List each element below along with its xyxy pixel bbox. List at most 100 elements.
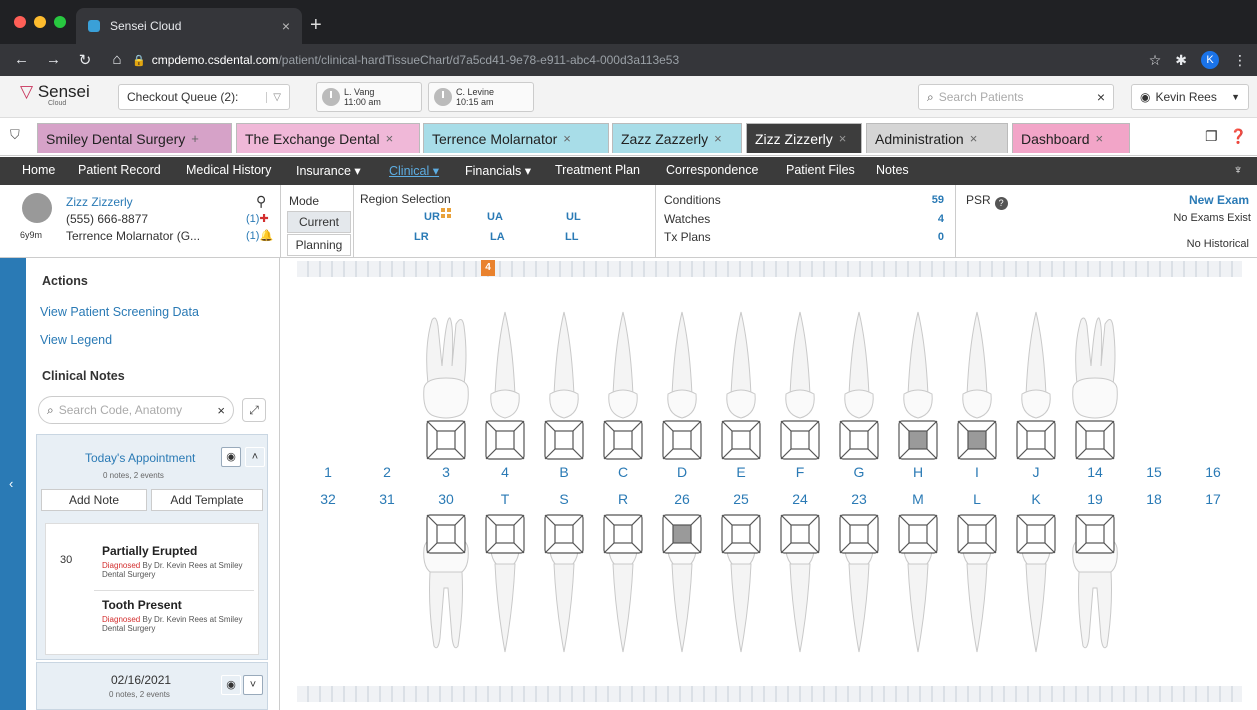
eye-icon[interactable]: ◉: [221, 447, 241, 467]
reload-icon[interactable]: ↻: [78, 51, 92, 69]
todays-appointment-title[interactable]: Today's Appointment: [85, 451, 195, 465]
tooth-number[interactable]: 25: [721, 491, 761, 507]
user-menu[interactable]: ◉ Kevin Rees ▼: [1131, 84, 1249, 110]
bookmark-star-icon[interactable]: ☆: [1149, 52, 1162, 69]
mode-current-button[interactable]: Current: [287, 211, 351, 233]
tooth-number[interactable]: 26: [662, 491, 702, 507]
tooth-number[interactable]: 31: [367, 491, 407, 507]
tooth-surface-diagram[interactable]: [662, 420, 702, 460]
tooth-surface-diagram[interactable]: [721, 420, 761, 460]
tooth-number[interactable]: 24: [780, 491, 820, 507]
tooth-number[interactable]: 3: [426, 464, 466, 480]
checkout-queue-select[interactable]: Checkout Queue (2): ▽: [118, 84, 290, 110]
tooth-number[interactable]: 1: [308, 464, 348, 480]
pin-icon[interactable]: ⚲: [256, 193, 266, 210]
region-ua-button[interactable]: UA: [487, 211, 503, 223]
tooth-number[interactable]: H: [898, 464, 938, 480]
view-legend-link[interactable]: View Legend: [40, 333, 112, 347]
tooth-surface-diagram[interactable]: [544, 420, 584, 460]
tooth-surface-diagram[interactable]: [1016, 514, 1056, 554]
watches-count[interactable]: 4: [900, 213, 944, 225]
close-tab-icon[interactable]: ×: [1096, 131, 1104, 146]
patient-tab[interactable]: The Exchange Dental ×: [236, 123, 420, 153]
tooth-number[interactable]: G: [839, 464, 879, 480]
tooth-surface-diagram[interactable]: [426, 420, 466, 460]
tooth-number[interactable]: R: [603, 491, 643, 507]
conditions-count[interactable]: 59: [900, 194, 944, 206]
appointment-chip-2[interactable]: C. Levine 10:15 am: [428, 82, 534, 112]
tooth-image[interactable]: [831, 306, 887, 436]
medical-alert-badge[interactable]: (1)✚: [246, 212, 269, 225]
chevron-left-icon[interactable]: ‹: [9, 476, 13, 491]
patient-tab[interactable]: Zazz Zazzerly ×: [612, 123, 742, 153]
appointment-chip-1[interactable]: L. Vang 11:00 am: [316, 82, 422, 112]
window-controls[interactable]: [14, 16, 66, 28]
menu-item[interactable]: Treatment Plan: [555, 163, 640, 177]
shield-icon[interactable]: ⛉: [10, 127, 20, 143]
menu-item[interactable]: Notes: [876, 163, 909, 177]
menu-item[interactable]: Clinical ▾: [389, 163, 439, 178]
region-grid-icon[interactable]: [441, 208, 452, 219]
url-field[interactable]: 🔒 cmpdemo.csdental.com/patient/clinical-…: [132, 48, 1132, 72]
menu-item[interactable]: Medical History: [186, 163, 271, 177]
tooth-image[interactable]: [772, 306, 828, 436]
chevron-up-icon[interactable]: ˄: [245, 447, 265, 467]
tooth-number[interactable]: 30: [426, 491, 466, 507]
tooth-image[interactable]: [1067, 306, 1123, 436]
new-tab-button[interactable]: +: [310, 14, 322, 37]
menu-item[interactable]: Correspondence: [666, 163, 758, 177]
region-ul-button[interactable]: UL: [566, 211, 581, 223]
zoom-window-button[interactable]: [54, 16, 66, 28]
tooth-number[interactable]: K: [1016, 491, 1056, 507]
close-tab-icon[interactable]: ×: [970, 131, 978, 146]
tooth-surface-diagram[interactable]: [898, 514, 938, 554]
new-exam-link[interactable]: New Exam: [1189, 193, 1249, 207]
tooth-surface-diagram[interactable]: [662, 514, 702, 554]
tooth-image[interactable]: [418, 306, 474, 436]
minimize-window-button[interactable]: [34, 16, 46, 28]
browser-tab[interactable]: Sensei Cloud ×: [76, 8, 302, 44]
help-icon[interactable]: ❓: [1230, 128, 1247, 145]
close-tab-icon[interactable]: +: [191, 131, 199, 146]
clear-search-icon[interactable]: ×: [217, 403, 225, 418]
note-card[interactable]: 30 Partially Erupted Diagnosed By Dr. Ke…: [45, 523, 259, 655]
tooth-surface-diagram[interactable]: [780, 514, 820, 554]
close-tab-icon[interactable]: ×: [386, 131, 394, 146]
region-ll-button[interactable]: LL: [565, 231, 578, 243]
tooth-number[interactable]: E: [721, 464, 761, 480]
tooth-icon[interactable]: ♆: [1233, 162, 1243, 177]
patient-search-input[interactable]: ⌕ Search Patients ×: [918, 84, 1114, 110]
close-tab-icon[interactable]: ×: [282, 18, 290, 34]
tooth-image[interactable]: [1008, 306, 1064, 436]
close-tab-icon[interactable]: ×: [563, 131, 571, 146]
menu-item[interactable]: Patient Record: [78, 163, 161, 177]
sidebar-collapse-bar[interactable]: ‹: [0, 258, 26, 710]
tooth-number[interactable]: 16: [1193, 464, 1233, 480]
region-ur-button[interactable]: UR: [424, 211, 440, 223]
tooth-number[interactable]: 2: [367, 464, 407, 480]
tooth-number[interactable]: 14: [1075, 464, 1115, 480]
menu-item[interactable]: Financials ▾: [465, 163, 531, 178]
tooth-number[interactable]: I: [957, 464, 997, 480]
tooth-number[interactable]: T: [485, 491, 525, 507]
add-note-button[interactable]: Add Note: [41, 489, 147, 511]
notes-search-input[interactable]: ⌕ Search Code, Anatomy ×: [38, 396, 234, 424]
tooth-number[interactable]: L: [957, 491, 997, 507]
tooth-image[interactable]: [536, 306, 592, 436]
tooth-surface-diagram[interactable]: [721, 514, 761, 554]
tooth-number[interactable]: 4: [485, 464, 525, 480]
tooth-surface-diagram[interactable]: [957, 514, 997, 554]
tooth-image[interactable]: [949, 306, 1005, 436]
question-icon[interactable]: ?: [994, 197, 1008, 210]
patient-tab[interactable]: Administration ×: [866, 123, 1008, 153]
menu-item[interactable]: Patient Files: [786, 163, 855, 177]
appointment-date[interactable]: 02/16/2021: [111, 673, 171, 687]
windows-icon[interactable]: ❐: [1205, 128, 1218, 145]
notification-alert-badge[interactable]: (1)🔔: [246, 229, 273, 242]
tooth-number[interactable]: B: [544, 464, 584, 480]
tooth-surface-diagram[interactable]: [1016, 420, 1056, 460]
close-window-button[interactable]: [14, 16, 26, 28]
tooth-number[interactable]: M: [898, 491, 938, 507]
tooth-number[interactable]: C: [603, 464, 643, 480]
tooth-surface-diagram[interactable]: [603, 420, 643, 460]
